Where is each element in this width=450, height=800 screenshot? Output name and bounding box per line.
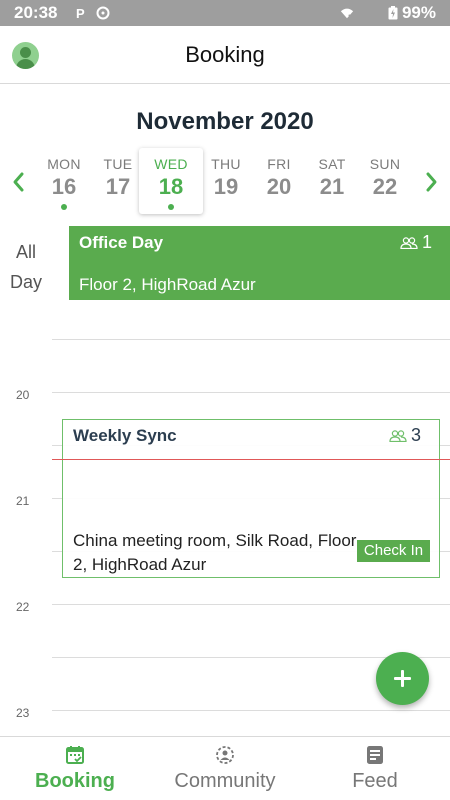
chevron-left-icon[interactable] xyxy=(9,170,29,194)
tab-label: Community xyxy=(174,770,276,792)
day-fri[interactable]: FRI 20 xyxy=(253,148,305,214)
day-thu[interactable]: THU 19 xyxy=(200,148,252,214)
day-number: 19 xyxy=(213,174,239,199)
bottom-navigation: Booking Community Feed xyxy=(0,736,450,800)
event-indicator-dot xyxy=(61,204,67,210)
attendee-count: 1 xyxy=(400,232,432,253)
day-wed-selected[interactable]: WED 18 xyxy=(139,148,203,214)
event-location: Floor 2, HighRoad Azur xyxy=(79,275,256,294)
app-bar: Booking xyxy=(0,26,450,84)
page-title: Booking xyxy=(185,42,265,67)
day-number: 20 xyxy=(266,174,292,199)
wifi-off-icon xyxy=(340,8,354,19)
people-icon xyxy=(389,430,407,443)
day-sat[interactable]: SAT 21 xyxy=(306,148,358,214)
event-title: Weekly Sync xyxy=(73,426,177,445)
svg-text:P: P xyxy=(76,6,85,20)
sync-icon xyxy=(96,6,110,20)
attendee-count: 3 xyxy=(389,425,421,446)
add-booking-button[interactable] xyxy=(376,652,429,705)
day-tue[interactable]: TUE 17 xyxy=(92,148,144,214)
community-icon xyxy=(216,746,234,764)
current-time-indicator xyxy=(52,459,450,460)
check-in-button[interactable]: Check In xyxy=(357,540,430,562)
day-name: WED xyxy=(154,156,188,172)
all-day-label: All Day xyxy=(9,242,42,292)
tab-feed[interactable]: Feed xyxy=(300,737,450,800)
hour-gridline xyxy=(52,339,450,340)
day-number: 16 xyxy=(51,174,77,199)
status-bar: 20:38 P 99% xyxy=(0,0,450,26)
month-label: November 2020 xyxy=(136,108,314,135)
day-number: 22 xyxy=(372,174,398,199)
event-location: China meeting room, Silk Road, Floor 2, … xyxy=(73,531,357,574)
day-number: 21 xyxy=(319,174,345,199)
people-icon xyxy=(400,237,418,250)
day-name: THU xyxy=(211,156,241,172)
tab-booking[interactable]: Booking xyxy=(0,737,150,800)
hour-gridline xyxy=(52,604,450,605)
day-sun[interactable]: SUN 22 xyxy=(359,148,411,214)
day-number: 17 xyxy=(105,174,131,199)
battery-percent: 99% xyxy=(401,3,436,22)
day-name: SAT xyxy=(318,156,346,172)
day-name: TUE xyxy=(103,156,133,172)
day-number: 18 xyxy=(158,174,184,199)
hour-gridline xyxy=(52,392,450,393)
week-selector: MON 16 TUE 17 WED 18 THU 19 FRI 20 SAT 2… xyxy=(38,148,412,214)
day-name: FRI xyxy=(267,156,291,172)
day-mon[interactable]: MON 16 xyxy=(38,148,90,214)
hour-label: 21 xyxy=(16,494,30,508)
tab-label: Booking xyxy=(35,770,115,792)
attendee-count-value: 1 xyxy=(421,232,432,252)
day-name: MON xyxy=(47,156,81,172)
attendee-count-value: 3 xyxy=(410,425,421,445)
tab-label: Feed xyxy=(352,770,398,792)
hour-label: 20 xyxy=(16,388,30,402)
chevron-right-icon[interactable] xyxy=(421,170,441,194)
hour-gridline xyxy=(52,710,450,711)
day-name: SUN xyxy=(369,156,401,172)
parking-icon: P xyxy=(76,6,85,20)
event-card-weekly-sync[interactable]: Weekly Sync 3 China meeting room, Silk R… xyxy=(62,419,440,578)
calendar-icon xyxy=(66,746,84,764)
event-indicator-dot xyxy=(168,204,174,210)
battery-icon xyxy=(388,6,398,20)
feed-icon xyxy=(367,746,383,764)
hour-label: 22 xyxy=(16,600,30,614)
event-title: Office Day xyxy=(79,233,164,252)
all-day-event-card[interactable]: Office Day 1 Floor 2, HighRoad Azur xyxy=(69,226,450,300)
status-time: 20:38 xyxy=(14,3,58,22)
hour-label: 23 xyxy=(16,706,30,720)
tab-community[interactable]: Community xyxy=(150,737,300,800)
